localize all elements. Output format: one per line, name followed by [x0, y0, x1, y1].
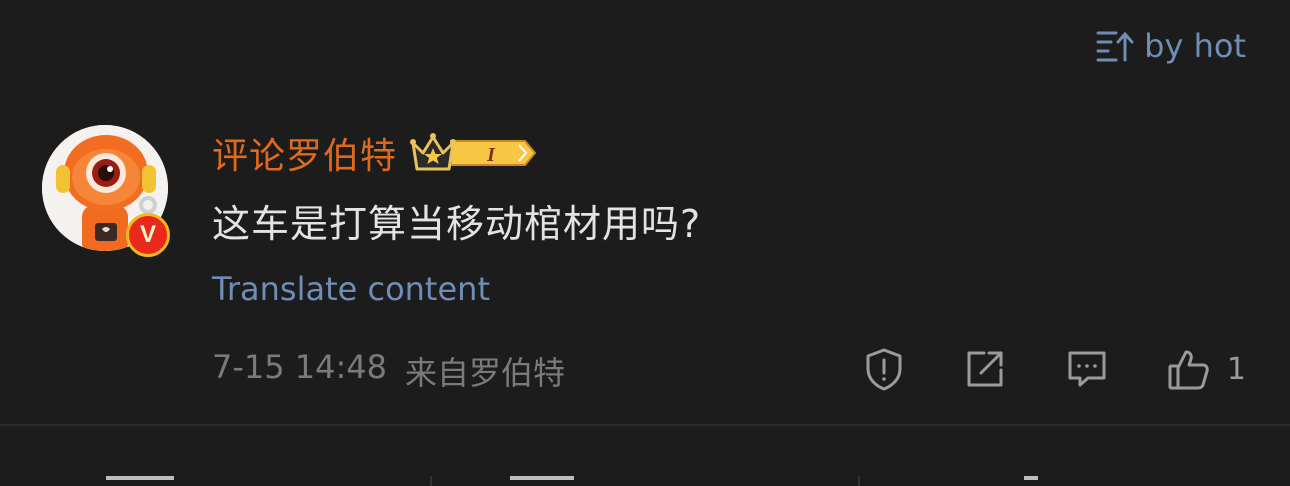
report-button[interactable]	[861, 343, 907, 395]
share-button[interactable]	[963, 343, 1007, 395]
reply-icon	[1068, 351, 1106, 387]
username-row: 评论罗伯特 I	[212, 128, 539, 178]
sort-up-icon	[1096, 29, 1134, 63]
share-icon	[967, 351, 1003, 387]
like-icon	[1168, 350, 1209, 390]
comment-source: 来自罗伯特	[405, 354, 566, 392]
like-button[interactable]: 1	[1167, 343, 1246, 395]
sort-by-hot-button[interactable]: by hot	[1096, 24, 1246, 68]
divider	[0, 424, 1290, 426]
level-badge[interactable]: I	[407, 131, 539, 175]
bottom-separator	[858, 476, 860, 486]
bottom-tab-icon-center[interactable]	[510, 476, 574, 486]
comment-date: 7-15 14:48	[212, 348, 388, 386]
verified-badge-label: V	[139, 221, 156, 248]
report-icon	[866, 348, 902, 391]
translate-content-link[interactable]: Translate content	[212, 270, 490, 308]
bottom-tab-icon-left[interactable]	[106, 476, 174, 486]
comment-screen: by hot V 评论罗伯特 I 这车是打算当移动棺材用吗? Translate…	[0, 0, 1290, 486]
username[interactable]: 评论罗伯特	[212, 127, 397, 179]
bottom-separator	[430, 476, 432, 486]
bottom-tab-icon-right[interactable]	[1024, 476, 1038, 486]
crown-level-icon: I	[410, 133, 537, 171]
verified-badge: V	[126, 213, 170, 257]
sort-label: by hot	[1144, 27, 1246, 65]
svg-text:I: I	[486, 144, 496, 166]
comment-actions: 1	[861, 343, 1246, 395]
like-count: 1	[1226, 351, 1246, 387]
reply-button[interactable]	[1065, 343, 1109, 395]
comment-text: 这车是打算当移动棺材用吗?	[212, 202, 702, 246]
comment-meta: 7-15 14:48 来自罗伯特	[212, 348, 565, 394]
